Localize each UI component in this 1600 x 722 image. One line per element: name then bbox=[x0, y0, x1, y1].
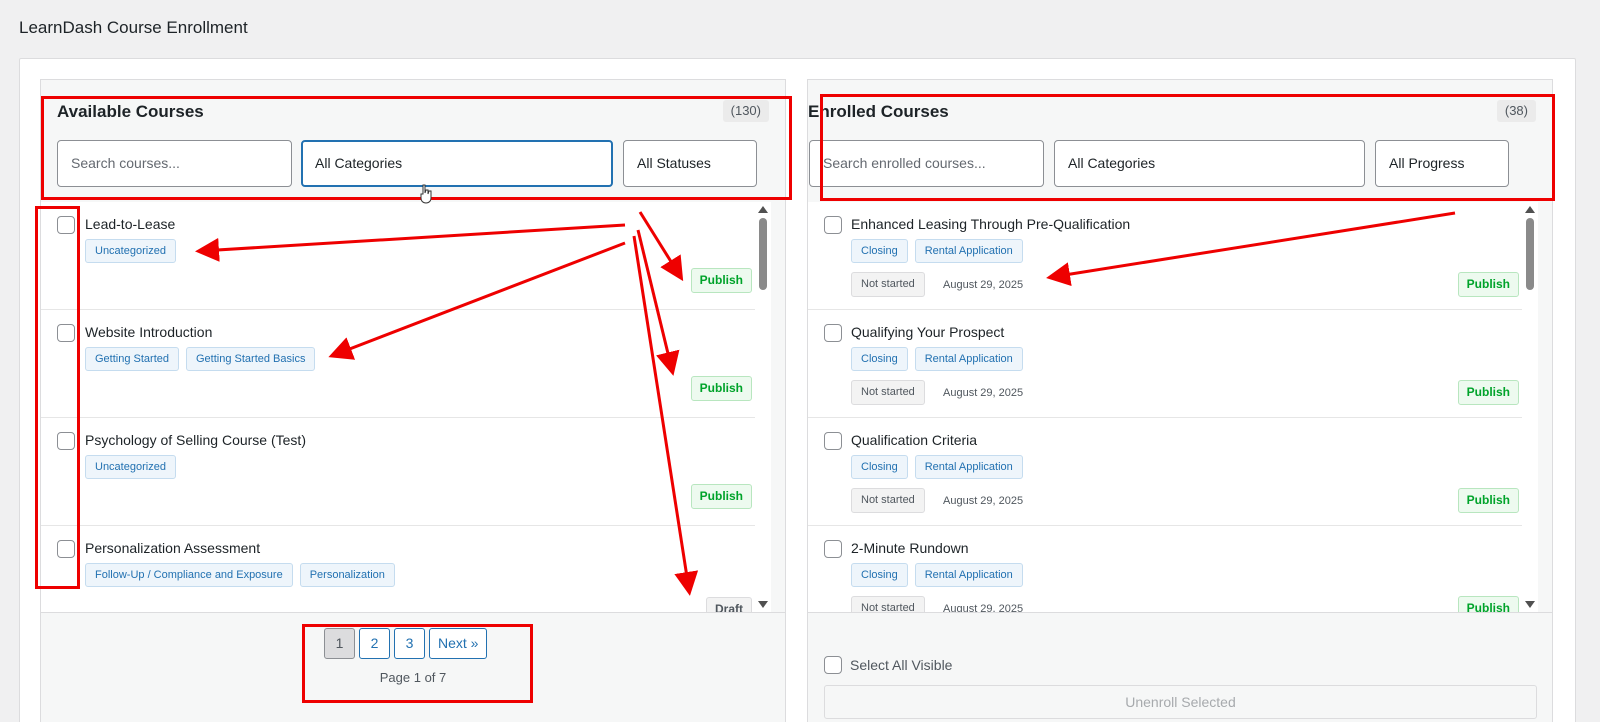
select-all-checkbox[interactable] bbox=[824, 656, 842, 674]
enrolled-courses-header: Enrolled Courses (38) Search enrolled co… bbox=[808, 80, 1552, 202]
progress-badge: Not started bbox=[851, 272, 925, 297]
course-title: Qualification Criteria bbox=[851, 432, 978, 448]
category-tag: Uncategorized bbox=[85, 455, 176, 479]
course-checkbox[interactable] bbox=[824, 432, 842, 450]
available-courses-count: (130) bbox=[722, 100, 769, 122]
list-item: Personalization Assessment Follow-Up / C… bbox=[41, 526, 771, 612]
category-tag: Getting Started bbox=[85, 347, 179, 371]
course-title: Lead-to-Lease bbox=[85, 216, 176, 232]
course-checkbox[interactable] bbox=[57, 324, 75, 342]
course-title: 2-Minute Rundown bbox=[851, 540, 969, 556]
available-courses-panel: Available Courses (130) Search courses..… bbox=[40, 79, 786, 722]
enrolled-courses-title: Enrolled Courses bbox=[808, 102, 949, 121]
enrolled-courses-panel: Enrolled Courses (38) Search enrolled co… bbox=[807, 79, 1553, 722]
progress-badge: Not started bbox=[851, 380, 925, 405]
status-select[interactable]: All Statuses bbox=[623, 140, 757, 187]
enrolled-date: August 29, 2025 bbox=[943, 495, 1024, 507]
course-checkbox[interactable] bbox=[57, 432, 75, 450]
next-page-button[interactable]: Next » bbox=[429, 628, 488, 659]
category-tag: Follow-Up / Compliance and Exposure bbox=[85, 563, 293, 587]
scroll-thumb[interactable] bbox=[1526, 218, 1534, 290]
search-enrolled-input[interactable]: Search enrolled courses... bbox=[809, 140, 1044, 187]
category-tag: Rental Application bbox=[914, 239, 1023, 263]
enrolled-date: August 29, 2025 bbox=[943, 603, 1024, 612]
course-title: Website Introduction bbox=[85, 324, 213, 340]
available-courses-footer: 1 2 3 Next » Page 1 of 7 bbox=[41, 612, 785, 722]
unenroll-selected-button[interactable]: Unenroll Selected bbox=[824, 685, 1537, 719]
search-courses-input[interactable]: Search courses... bbox=[57, 140, 292, 187]
progress-badge: Not started bbox=[851, 488, 925, 513]
status-badge: Publish bbox=[690, 376, 752, 401]
available-courses-title: Available Courses bbox=[57, 102, 204, 121]
enrolled-courses-list: Enhanced Leasing Through Pre-Qualificati… bbox=[808, 202, 1538, 612]
enrolled-date: August 29, 2025 bbox=[943, 279, 1024, 291]
category-tag: Closing bbox=[851, 563, 908, 587]
list-item: Qualifying Your Prospect Closing Rental … bbox=[808, 310, 1538, 418]
category-tag: Rental Application bbox=[914, 455, 1023, 479]
page-info: Page 1 of 7 bbox=[379, 670, 447, 685]
hand-cursor-icon bbox=[420, 184, 432, 204]
select-all-label: Select All Visible bbox=[850, 657, 953, 673]
course-checkbox[interactable] bbox=[824, 540, 842, 558]
select-all-visible[interactable]: Select All Visible bbox=[824, 656, 952, 674]
category-select[interactable]: All Categories bbox=[301, 140, 613, 187]
status-badge: Publish bbox=[1457, 488, 1519, 513]
enrolled-courses-count: (38) bbox=[1496, 100, 1536, 122]
course-title: Qualifying Your Prospect bbox=[851, 324, 1005, 340]
progress-badge: Not started bbox=[851, 596, 925, 612]
enrolled-category-select[interactable]: All Categories bbox=[1054, 140, 1365, 187]
enrolled-date: August 29, 2025 bbox=[943, 387, 1024, 399]
page-title: LearnDash Course Enrollment bbox=[19, 18, 248, 37]
list-item: Enhanced Leasing Through Pre-Qualificati… bbox=[808, 202, 1538, 310]
category-tag: Uncategorized bbox=[85, 239, 176, 263]
list-item: 2-Minute Rundown Closing Rental Applicat… bbox=[808, 526, 1538, 612]
scrollbar[interactable] bbox=[1522, 202, 1538, 612]
category-tag: Rental Application bbox=[914, 347, 1023, 371]
category-tag: Closing bbox=[851, 455, 908, 479]
enrolled-courses-footer: Select All Visible Unenroll Selected bbox=[808, 612, 1552, 722]
course-title: Personalization Assessment bbox=[85, 540, 261, 556]
category-tag: Closing bbox=[851, 239, 908, 263]
scrollbar[interactable] bbox=[755, 202, 771, 612]
list-item: Psychology of Selling Course (Test) Unca… bbox=[41, 418, 771, 526]
scroll-down-icon[interactable] bbox=[1525, 601, 1535, 608]
scroll-up-icon[interactable] bbox=[1525, 206, 1535, 213]
progress-select[interactable]: All Progress bbox=[1375, 140, 1509, 187]
course-title: Enhanced Leasing Through Pre-Qualificati… bbox=[851, 216, 1131, 232]
status-badge: Publish bbox=[1457, 596, 1519, 612]
scroll-thumb[interactable] bbox=[759, 218, 767, 290]
course-checkbox[interactable] bbox=[824, 324, 842, 342]
available-courses-header: Available Courses (130) Search courses..… bbox=[41, 80, 785, 202]
category-tag: Rental Application bbox=[914, 563, 1023, 587]
category-tag: Closing bbox=[851, 347, 908, 371]
pagination: 1 2 3 Next » bbox=[324, 628, 488, 659]
status-badge: Publish bbox=[690, 484, 752, 509]
scroll-up-icon[interactable] bbox=[758, 206, 768, 213]
course-checkbox[interactable] bbox=[57, 216, 75, 234]
available-courses-list: Lead-to-Lease Uncategorized Publish Webs… bbox=[41, 202, 771, 612]
category-tag: Personalization bbox=[299, 563, 395, 587]
status-badge: Publish bbox=[690, 268, 752, 293]
page-button-3[interactable]: 3 bbox=[394, 628, 425, 659]
status-badge: Draft bbox=[705, 597, 752, 612]
scroll-down-icon[interactable] bbox=[758, 601, 768, 608]
list-item: Qualification Criteria Closing Rental Ap… bbox=[808, 418, 1538, 526]
status-badge: Publish bbox=[1457, 272, 1519, 297]
page-button-1[interactable]: 1 bbox=[324, 628, 355, 659]
page-button-2[interactable]: 2 bbox=[359, 628, 390, 659]
category-tag: Getting Started Basics bbox=[186, 347, 316, 371]
course-checkbox[interactable] bbox=[824, 216, 842, 234]
course-title: Psychology of Selling Course (Test) bbox=[85, 432, 306, 448]
course-checkbox[interactable] bbox=[57, 540, 75, 558]
status-badge: Publish bbox=[1457, 380, 1519, 405]
list-item: Lead-to-Lease Uncategorized Publish bbox=[41, 202, 771, 310]
list-item: Website Introduction Getting Started Get… bbox=[41, 310, 771, 418]
